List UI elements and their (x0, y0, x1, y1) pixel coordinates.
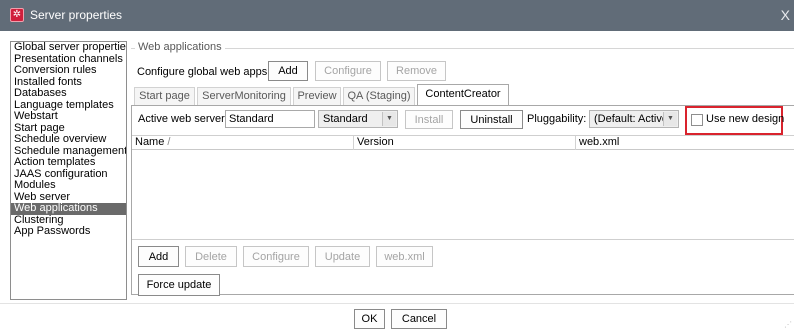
sidebar-item-conversion-rules[interactable]: Conversion rules (11, 65, 126, 77)
group-divider (131, 48, 794, 49)
sidebar-item-clustering[interactable]: Clustering (11, 215, 126, 227)
tab-content-creator[interactable]: ContentCreator (417, 84, 509, 106)
tab-qa-staging[interactable]: QA (Staging) (343, 87, 415, 105)
tab-server-monitoring[interactable]: ServerMonitoring (197, 87, 291, 105)
sidebar-item-start-page[interactable]: Start page (11, 123, 126, 135)
sidebar-item-schedule-overview[interactable]: Schedule overview (11, 134, 126, 146)
window-title: Server properties (30, 8, 123, 22)
configure-button[interactable]: Configure (243, 246, 309, 267)
ok-button[interactable]: OK (354, 309, 385, 329)
sidebar-item-action-templates[interactable]: Action templates (11, 157, 126, 169)
configure-global-button[interactable]: Configure (315, 61, 381, 81)
close-icon[interactable]: X (781, 7, 790, 23)
force-update-button[interactable]: Force update (138, 274, 220, 296)
server-type-select[interactable]: Standard ▼ (318, 110, 398, 128)
sidebar-item-databases[interactable]: Databases (11, 88, 126, 100)
add-button[interactable]: Add (138, 246, 179, 267)
column-header-webxml[interactable]: web.xml (576, 136, 794, 150)
server-type-value: Standard (323, 113, 368, 125)
sidebar-item-web-server[interactable]: Web server (11, 192, 126, 204)
sidebar-item-app-passwords[interactable]: App Passwords (11, 226, 126, 238)
tab-start-page[interactable]: Start page (134, 87, 195, 105)
sidebar-item-web-applications[interactable]: Web applications (11, 203, 126, 215)
dialog-button-bar: OK Cancel ⋰ (0, 303, 794, 333)
sort-icon: / (167, 136, 171, 148)
title-bar: ✲ Server properties X (0, 0, 794, 31)
pluggability-select[interactable]: (Default: Active) ▼ (589, 110, 679, 128)
chevron-down-icon: ▼ (382, 112, 396, 126)
active-server-field[interactable]: Standard (225, 110, 315, 128)
remove-global-button[interactable]: Remove (387, 61, 446, 81)
column-header-version[interactable]: Version (354, 136, 576, 150)
sidebar: Global server properties Presentation ch… (10, 41, 127, 300)
group-title: Web applications (135, 41, 225, 54)
use-new-design-checkbox[interactable] (691, 114, 703, 126)
active-server-label: Active web server: (138, 113, 228, 125)
delete-button[interactable]: Delete (185, 246, 237, 267)
sidebar-item-presentation-channels[interactable]: Presentation channels (11, 54, 126, 66)
cancel-button[interactable]: Cancel (391, 309, 447, 329)
webxml-button[interactable]: web.xml (376, 246, 433, 267)
pluggability-label: Pluggability: (527, 113, 587, 125)
configure-global-label: Configure global web apps: (137, 66, 271, 78)
sidebar-item-schedule-management[interactable]: Schedule management (11, 146, 126, 158)
add-global-button[interactable]: Add (268, 61, 308, 81)
sidebar-item-language-templates[interactable]: Language templates (11, 100, 126, 112)
chevron-down-icon: ▼ (663, 112, 677, 126)
sidebar-item-global-server-properties[interactable]: Global server properties (11, 42, 126, 54)
column-header-name[interactable]: Name / (132, 136, 354, 150)
sidebar-item-webstart[interactable]: Webstart (11, 111, 126, 123)
sidebar-item-modules[interactable]: Modules (11, 180, 126, 192)
web-apps-table: Name / Version web.xml (132, 135, 794, 240)
gear-icon: ✲ (10, 8, 24, 22)
install-button[interactable]: Install (405, 110, 453, 129)
update-button[interactable]: Update (315, 246, 370, 267)
use-new-design-label[interactable]: Use new design (706, 113, 784, 126)
table-header: Name / Version web.xml (132, 136, 794, 150)
sidebar-item-jaas-configuration[interactable]: JAAS configuration (11, 169, 126, 181)
sidebar-item-installed-fonts[interactable]: Installed fonts (11, 77, 126, 89)
uninstall-button[interactable]: Uninstall (460, 110, 523, 129)
pluggability-value: (Default: Active) (594, 113, 672, 125)
resize-grip-icon[interactable]: ⋰ (784, 320, 792, 329)
use-new-design-highlight: Use new design (685, 106, 784, 135)
tab-preview[interactable]: Preview (293, 87, 341, 105)
